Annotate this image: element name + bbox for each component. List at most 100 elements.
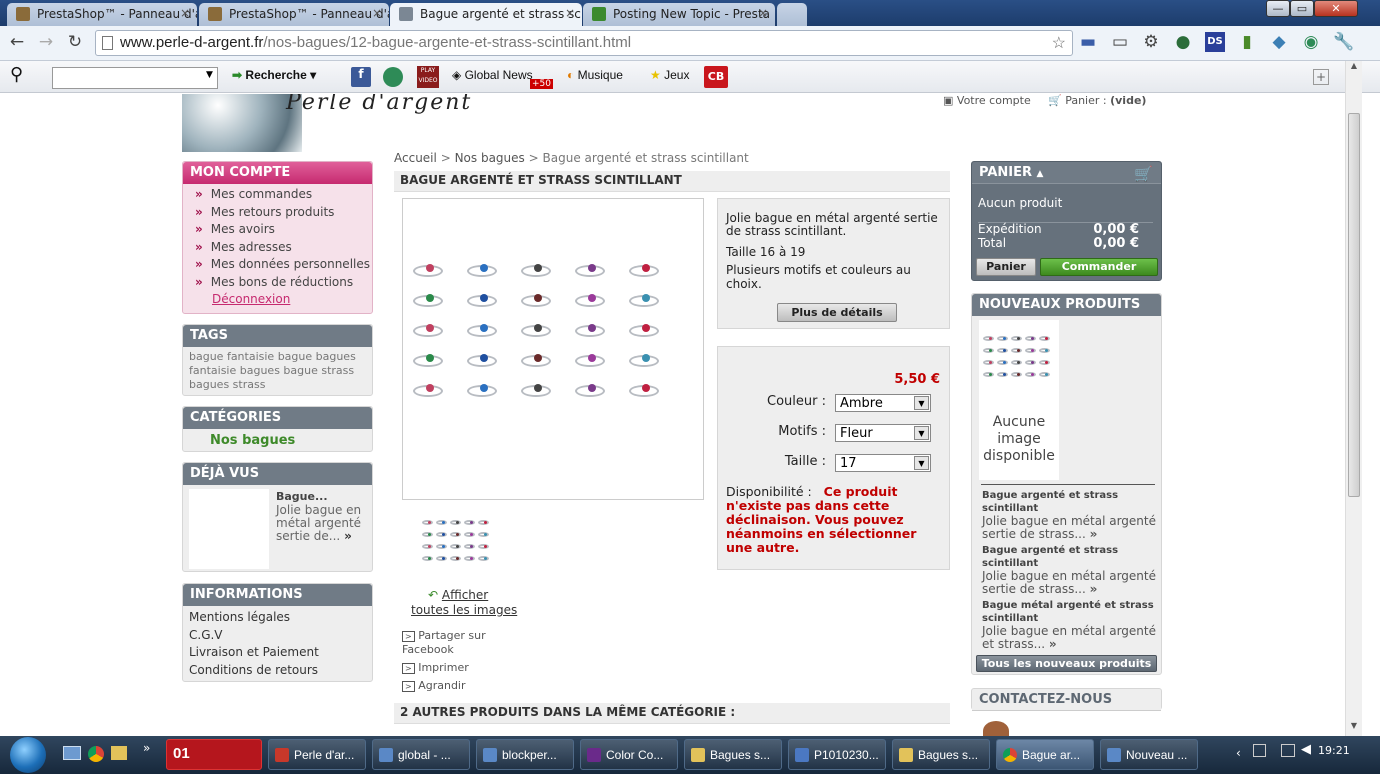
volume-icon[interactable]: ◀	[1301, 742, 1311, 757]
close-tab-icon[interactable]: ×	[372, 6, 382, 20]
category-link[interactable]: Nos bagues	[210, 433, 295, 448]
recherche-button[interactable]: ➡ Recherche ▾	[232, 68, 316, 82]
contact-title[interactable]: CONTACTEZ-NOUS	[972, 689, 1161, 711]
taskbar-item[interactable]: Bagues s...	[684, 739, 782, 770]
add-toolbar-icon[interactable]: +	[1313, 69, 1329, 85]
size-select[interactable]: 17 ▼	[835, 454, 931, 472]
pattern-select[interactable]: Fleur ▼	[835, 424, 931, 442]
viewed-product-name[interactable]: Bague...	[276, 490, 328, 503]
back-icon[interactable]: ←	[7, 32, 27, 52]
taskbar-item[interactable]: Perle d'ar...	[268, 739, 366, 770]
breadcrumb-home[interactable]: Accueil	[394, 151, 437, 165]
show-all-images-link-line2[interactable]: toutes les images	[411, 603, 517, 617]
tray-icon[interactable]	[1253, 744, 1266, 757]
start-button[interactable]	[10, 737, 46, 773]
viewed-product-thumbnail[interactable]	[189, 489, 269, 569]
close-window-button[interactable]: ✕	[1314, 0, 1358, 17]
account-link[interactable]: Mes données personnelles	[195, 256, 370, 274]
breadcrumb-category[interactable]: Nos bagues	[455, 151, 525, 165]
account-link[interactable]: Mes adresses	[195, 239, 370, 257]
more-arrow-icon[interactable]: »	[1090, 582, 1098, 596]
taskbar-app-01[interactable]: 01	[166, 739, 262, 770]
share-facebook-link[interactable]: > Partager sur Facebook	[402, 629, 486, 656]
taskbar-item-active[interactable]: Bague ar...	[996, 739, 1094, 770]
tray-expand-icon[interactable]: ‹	[1236, 746, 1241, 760]
scroll-down-icon[interactable]: ▼	[1346, 721, 1362, 736]
cart-title[interactable]: PANIER ▲	[972, 162, 1161, 184]
chrome-icon[interactable]	[88, 746, 104, 762]
tags-cloud[interactable]: bague fantaisie bague bagues fantaisie b…	[189, 350, 369, 392]
more-quicklaunch-icon[interactable]: »	[143, 741, 150, 755]
show-desktop-icon[interactable]	[63, 746, 81, 760]
extension-green-icon[interactable]: ▮	[1237, 32, 1257, 52]
enlarge-link[interactable]: > Agrandir	[402, 679, 466, 692]
folder-icon[interactable]	[111, 746, 127, 760]
clock[interactable]: 19:21	[1318, 744, 1350, 757]
close-tab-icon[interactable]: ×	[565, 6, 575, 20]
global-news-button[interactable]: ◈ Global News	[452, 68, 533, 82]
extension-u-icon[interactable]	[383, 67, 403, 87]
product-main-image[interactable]	[402, 198, 704, 500]
extension-u-icon[interactable]: ◉	[1301, 32, 1321, 52]
taskbar-item[interactable]: blockper...	[476, 739, 574, 770]
info-link[interactable]: Conditions de retours	[189, 662, 319, 680]
play-video-icon[interactable]: PLAY VIDEO	[417, 66, 439, 88]
header-cart-link[interactable]: 🛒 Panier : (vide)	[1048, 94, 1146, 107]
info-link[interactable]: C.G.V	[189, 627, 319, 645]
scroll-up-icon[interactable]: ▲	[1346, 61, 1362, 76]
forward-icon[interactable]: →	[36, 32, 56, 52]
taskbar-item[interactable]: Bagues s...	[892, 739, 990, 770]
chevron-down-icon[interactable]: ▼	[206, 70, 213, 80]
wrench-icon[interactable]: 🔧	[1333, 32, 1354, 52]
print-link[interactable]: > Imprimer	[402, 661, 469, 674]
more-details-button[interactable]: Plus de détails	[777, 303, 897, 322]
account-link[interactable]: Mes avoirs	[195, 221, 370, 239]
info-link[interactable]: Mentions légales	[189, 609, 319, 627]
info-link[interactable]: Livraison et Paiement	[189, 644, 319, 662]
gear-icon[interactable]: ⚙	[1141, 32, 1161, 52]
musique-button[interactable]: ◐ Musique	[567, 68, 623, 82]
cb-icon[interactable]: CB	[704, 66, 728, 88]
bookmark-star-icon[interactable]: ☆	[1052, 33, 1066, 53]
checkout-button[interactable]: Commander	[1040, 258, 1158, 276]
jeux-button[interactable]: ★ Jeux	[650, 68, 689, 82]
all-new-products-button[interactable]: Tous les nouveaux produits	[976, 655, 1157, 672]
close-tab-icon[interactable]: ×	[758, 6, 768, 20]
toolbar-search-input[interactable]	[52, 67, 218, 89]
minimize-button[interactable]: —	[1266, 0, 1290, 17]
page-scrollbar[interactable]: ▲ ▼	[1345, 61, 1362, 736]
color-select[interactable]: Ambre ▼	[835, 394, 931, 412]
taskbar-item[interactable]: Color Co...	[580, 739, 678, 770]
address-bar[interactable]: www.perle-d-argent.fr/nos-bagues/12-bagu…	[95, 30, 1073, 56]
search-icon[interactable]: ⚲	[10, 64, 23, 85]
new-product-name[interactable]: Bague argenté et strass scintillant	[982, 489, 1158, 515]
globe-icon[interactable]: ●	[1173, 32, 1193, 52]
more-arrow-icon[interactable]: »	[1049, 637, 1057, 651]
show-all-images-link[interactable]: ↶ Afficher	[428, 588, 488, 602]
new-product-name[interactable]: Bague argenté et strass scintillant	[982, 544, 1158, 570]
logout-link[interactable]: Déconnexion	[212, 292, 290, 306]
account-link[interactable]: Mes commandes	[195, 186, 370, 204]
extension-reader-icon[interactable]: ▭	[1110, 32, 1130, 52]
ds-extension-icon[interactable]: DS	[1205, 32, 1225, 52]
close-tab-icon[interactable]: ×	[180, 6, 190, 20]
scrollbar-thumb[interactable]	[1348, 113, 1360, 497]
more-arrow-icon[interactable]: »	[344, 529, 352, 543]
browser-tab-3-active[interactable]: Bague argenté et strass scii ×	[390, 3, 582, 27]
taskbar-item[interactable]: Nouveau ...	[1100, 739, 1198, 770]
account-link[interactable]: Mes retours produits	[195, 204, 370, 222]
facebook-icon[interactable]: f	[351, 67, 371, 87]
new-product-image[interactable]: Aucune image disponible	[979, 320, 1059, 480]
reload-icon[interactable]: ↻	[65, 32, 85, 52]
browser-tab-2[interactable]: PrestaShop™ - Panneau d'a ×	[199, 3, 389, 26]
taskbar-item[interactable]: P1010230...	[788, 739, 886, 770]
new-tab-button[interactable]	[777, 3, 807, 26]
logo-image[interactable]	[182, 94, 302, 152]
header-account-link[interactable]: ▣ Votre compte	[943, 94, 1031, 107]
maximize-button[interactable]: ▭	[1290, 0, 1314, 17]
browser-tab-4[interactable]: Posting New Topic - Presta ×	[583, 3, 775, 26]
extension-blue-icon[interactable]: ◆	[1269, 32, 1289, 52]
new-product-name[interactable]: Bague métal argenté et strass scintillan…	[982, 599, 1158, 625]
extension-bar-icon[interactable]: ▬	[1078, 32, 1098, 52]
account-link[interactable]: Mes bons de réductions	[195, 274, 370, 292]
